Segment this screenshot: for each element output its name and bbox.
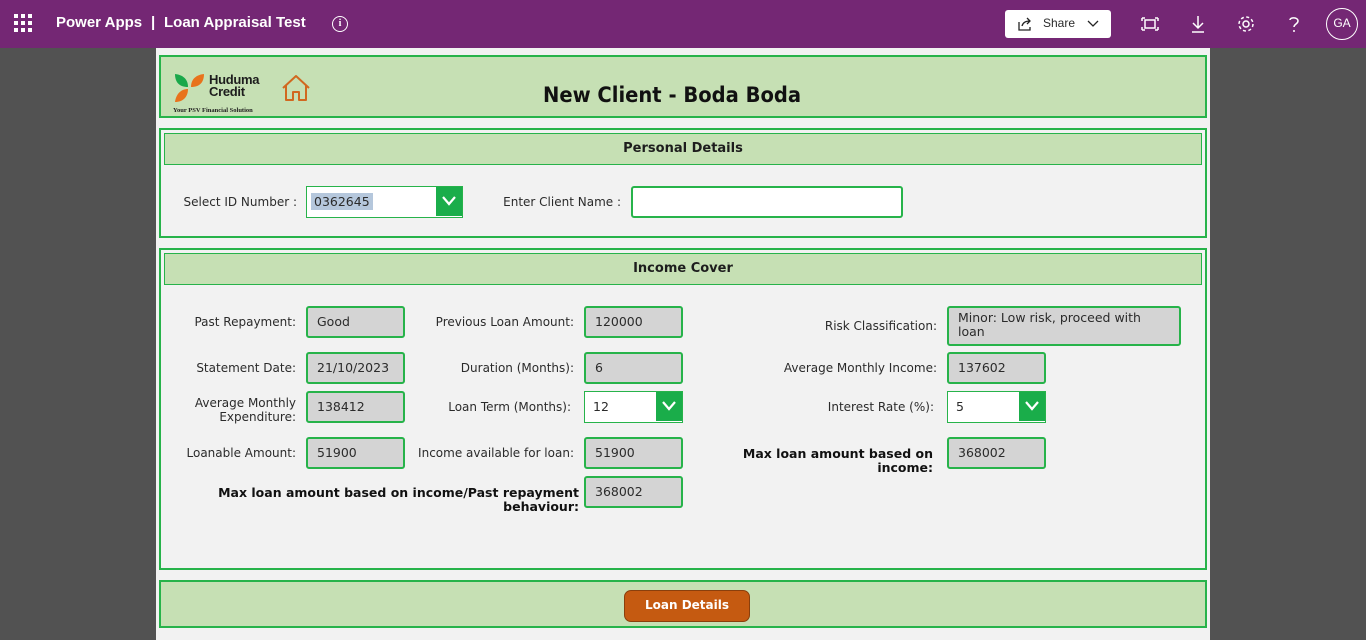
help-icon[interactable] (1283, 13, 1305, 35)
page-title: New Client - Boda Boda (543, 83, 802, 107)
max-loan-income-field: 368002 (947, 437, 1046, 469)
max-loan-past-repayment-field: 368002 (584, 476, 683, 508)
id-number-dropdown[interactable]: 0362645 (306, 186, 463, 218)
personal-details-heading: Personal Details (164, 133, 1202, 165)
share-button[interactable]: Share (1005, 10, 1111, 38)
avg-monthly-expenditure-field: 138412 (306, 391, 405, 423)
statement-date-label: Statement Date: (196, 361, 296, 375)
duration-label: Duration (Months): (460, 361, 574, 375)
statement-date-field: 21/10/2023 (306, 352, 405, 384)
duration-field: 6 (584, 352, 683, 384)
info-icon[interactable]: i (332, 16, 348, 32)
loan-term-value: 12 (593, 399, 609, 414)
download-icon[interactable] (1187, 13, 1209, 35)
client-name-input[interactable] (631, 186, 903, 218)
risk-classification-field: Minor: Low risk, proceed with loan (947, 306, 1181, 346)
share-icon (1018, 17, 1031, 31)
id-number-label: Select ID Number : (183, 195, 298, 209)
app-title: Loan Appraisal Test (164, 14, 306, 31)
previous-loan-field: 120000 (584, 306, 683, 338)
interest-rate-dropdown-button[interactable] (1019, 392, 1045, 421)
risk-classification-label: Risk Classification: (824, 319, 937, 333)
loanable-amount-label: Loanable Amount: (186, 446, 296, 460)
chevron-down-icon (1025, 401, 1039, 411)
loan-term-dropdown-button[interactable] (656, 392, 682, 421)
avg-monthly-income-label: Average Monthly Income: (783, 361, 937, 375)
income-cover-panel: Income Cover Past Repayment: Good Previo… (159, 248, 1207, 570)
income-available-label: Income available for loan: (418, 446, 574, 460)
interest-rate-label: Interest Rate (%): (827, 400, 934, 414)
interest-rate-dropdown[interactable]: 5 (947, 391, 1046, 423)
max-loan-income-label: Max loan amount based on income: (742, 446, 933, 475)
logo-tagline: Your PSV Financial Solution (173, 107, 253, 114)
personal-details-panel: Personal Details Select ID Number : 0362… (159, 128, 1207, 238)
loan-details-button[interactable]: Loan Details (624, 590, 750, 622)
loanable-amount-field: 51900 (306, 437, 405, 469)
income-available-field: 51900 (584, 437, 683, 469)
avg-monthly-expenditure-label: Average Monthly Expenditure: (171, 396, 296, 424)
id-number-value: 0362645 (311, 193, 373, 210)
past-repayment-field: Good (306, 306, 405, 338)
home-icon[interactable] (281, 74, 311, 102)
avg-exp-label-line-2: Expenditure: (219, 410, 296, 424)
header-panel: Huduma Credit Your PSV Financial Solutio… (159, 55, 1207, 118)
interest-rate-value: 5 (956, 399, 964, 414)
avg-monthly-income-field: 137602 (947, 352, 1046, 384)
app-header-bar: Power Apps | Loan Appraisal Test i Share… (0, 0, 1366, 48)
id-dropdown-button[interactable] (436, 187, 462, 216)
footer-panel: Loan Details (159, 580, 1207, 628)
app-canvas: Huduma Credit Your PSV Financial Solutio… (156, 48, 1210, 640)
chevron-down-icon (1087, 20, 1099, 27)
income-cover-heading: Income Cover (164, 253, 1202, 285)
title-separator: | (151, 14, 156, 31)
fit-screen-icon[interactable] (1139, 13, 1161, 35)
previous-loan-label: Previous Loan Amount: (435, 315, 574, 329)
logo-text: Huduma Credit (209, 73, 260, 99)
loan-term-label: Loan Term (Months): (448, 400, 571, 414)
past-repayment-label: Past Repayment: (194, 315, 296, 329)
user-avatar[interactable]: GA (1326, 8, 1358, 40)
product-name[interactable]: Power Apps (56, 14, 142, 31)
waffle-icon[interactable] (14, 14, 32, 32)
logo-line-2: Credit (209, 84, 245, 99)
settings-icon[interactable] (1235, 13, 1257, 35)
chevron-down-icon (442, 196, 456, 206)
share-label: Share (1043, 16, 1076, 30)
chevron-down-icon (662, 401, 676, 411)
loan-term-dropdown[interactable]: 12 (584, 391, 683, 423)
max-loan-past-repayment-label: Max loan amount based on income/Past rep… (218, 485, 579, 514)
huduma-logo-icon (175, 74, 204, 102)
avg-exp-label-line-1: Average Monthly (194, 396, 296, 410)
client-name-label: Enter Client Name : (503, 195, 621, 209)
